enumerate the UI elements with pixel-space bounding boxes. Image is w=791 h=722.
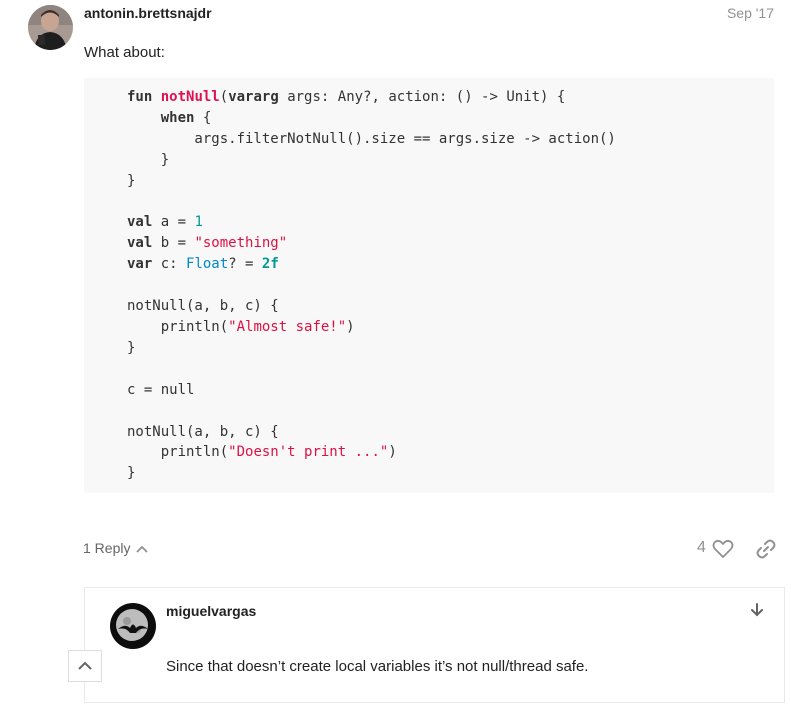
code-token: Float	[186, 256, 229, 273]
code-token: fun	[127, 89, 153, 105]
code-content: fun notNull(vararg args: Any?, action: (…	[84, 78, 774, 484]
code-token: 1	[194, 214, 203, 231]
code-token: }	[127, 465, 136, 482]
avatar[interactable]	[28, 5, 73, 50]
post-username[interactable]: antonin.brettsnajdr	[84, 5, 212, 21]
code-token: a =	[152, 214, 195, 231]
code-token: var	[127, 256, 153, 273]
code-line: val a = 1	[127, 214, 203, 230]
reply-text: Since that doesn’t create local variable…	[166, 658, 589, 675]
code-token: notNull(a, b, c) {	[127, 298, 279, 315]
code-line: }	[127, 340, 135, 356]
chevron-up-icon	[78, 657, 92, 675]
code-token: args.filterNotNull().size == args.size -…	[127, 130, 616, 147]
embedded-reply: miguelvargas Since that doesn’t create l…	[84, 587, 785, 703]
code-token: vararg	[228, 89, 279, 105]
reply-username[interactable]: miguelvargas	[166, 603, 256, 619]
code-token: ? =	[228, 256, 262, 273]
code-token: args: Any?, action: () -> Unit) {	[278, 89, 566, 105]
link-icon[interactable]	[756, 539, 776, 564]
code-token: 2f	[261, 256, 279, 273]
code-token: val	[127, 214, 153, 231]
code-token: )	[346, 318, 355, 335]
arrow-down-icon[interactable]	[749, 602, 765, 623]
code-token: val	[127, 235, 153, 252]
code-line: var c: Float? = 2f	[127, 256, 279, 272]
like-count: 4	[697, 539, 706, 556]
code-line: val b = "something"	[127, 235, 287, 251]
code-line: c = null	[127, 382, 194, 398]
code-token: notNull(a, b, c) {	[127, 423, 279, 440]
code-token: )	[388, 444, 397, 461]
code-token: }	[127, 151, 170, 168]
code-token: }	[127, 339, 136, 356]
code-token: println(	[127, 444, 229, 461]
code-token: notNull	[160, 89, 220, 105]
code-line: fun notNull(vararg args: Any?, action: (…	[127, 89, 565, 105]
replies-count-label: 1 Reply	[83, 540, 131, 556]
replies-toggle-button[interactable]: 1 Reply	[83, 540, 149, 556]
post-body-text: What about:	[84, 44, 165, 61]
code-token: "Doesn't print ..."	[228, 444, 389, 461]
code-token: when	[160, 109, 195, 126]
code-line: }	[127, 152, 169, 168]
code-line: when {	[127, 109, 212, 126]
post-date[interactable]: Sep '17	[727, 5, 774, 21]
code-line: }	[127, 465, 135, 481]
chevron-up-icon	[136, 540, 149, 556]
code-token: b =	[152, 235, 195, 252]
reply-avatar[interactable]	[110, 603, 156, 649]
code-line: args.filterNotNull().size == args.size -…	[127, 130, 616, 147]
code-line: notNull(a, b, c) {	[127, 424, 279, 440]
code-line: println("Doesn't print ...")	[127, 444, 397, 460]
code-token: c = null	[127, 381, 195, 398]
heart-icon[interactable]	[712, 539, 734, 564]
code-line: println("Almost safe!")	[127, 319, 355, 335]
code-token: "Almost safe!"	[228, 318, 347, 335]
code-block: fun notNull(vararg args: Any?, action: (…	[84, 78, 774, 493]
code-token: {	[194, 109, 212, 126]
code-token: "something"	[194, 235, 288, 252]
code-line: }	[127, 173, 135, 189]
code-line: notNull(a, b, c) {	[127, 298, 279, 314]
code-token: (	[219, 89, 229, 105]
scroll-to-top-button[interactable]	[68, 650, 102, 682]
code-token: }	[127, 172, 136, 189]
code-token: c:	[152, 256, 187, 273]
code-token: println(	[127, 318, 229, 335]
